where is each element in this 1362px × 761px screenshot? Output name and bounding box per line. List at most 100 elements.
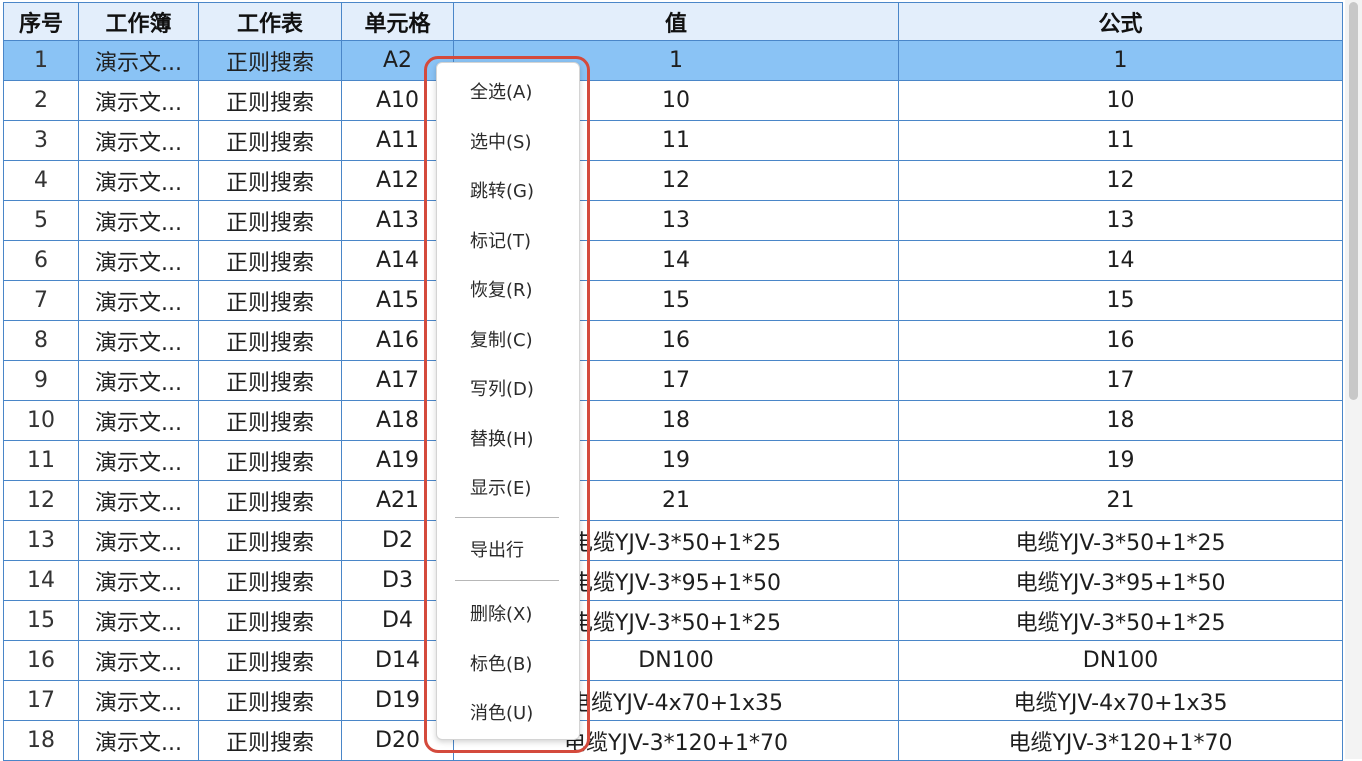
column-header-cell[interactable]: 单元格 [341,2,454,41]
cell-worksheet[interactable]: 正则搜索 [198,240,342,281]
cell-workbook[interactable]: 演示文... [78,160,199,201]
table-row[interactable]: 15 演示文... 正则搜索 D4 电缆YJV-3*50+1*25 电缆YJV-3*50+… [3,600,1343,641]
cell-workbook[interactable]: 演示文... [78,80,199,121]
cell-workbook[interactable]: 演示文... [78,640,199,681]
table-row[interactable]: 10 演示文... 正则搜索 A18 18 18 [3,400,1343,441]
cell-formula[interactable]: 10 [898,80,1343,121]
table-row[interactable]: 7 演示文... 正则搜索 A15 15 15 [3,280,1343,321]
table-row[interactable]: 17 演示文... 正则搜索 D19 电缆YJV-4x70+1x35 电缆YJV-4x70… [3,680,1343,721]
menu-item-replace[interactable]: 替换(H) [437,420,579,460]
cell-index[interactable]: 18 [3,720,79,761]
cell-formula[interactable]: 电缆YJV-3*95+1*50 [898,560,1343,601]
cell-formula[interactable]: 21 [898,480,1343,521]
cell-formula[interactable]: 19 [898,440,1343,481]
table-row[interactable]: 12 演示文... 正则搜索 A21 21 21 [3,480,1343,521]
cell-workbook[interactable]: 演示文... [78,720,199,761]
cell-workbook[interactable]: 演示文... [78,40,199,81]
menu-item-export-rows[interactable]: 导出行 [437,531,579,571]
column-header-formula[interactable]: 公式 [898,2,1343,41]
column-header-value[interactable]: 值 [453,2,899,41]
column-header-workbook[interactable]: 工作簿 [78,2,199,41]
table-row[interactable]: 4 演示文... 正则搜索 A12 12 12 [3,160,1343,201]
cell-formula[interactable]: 18 [898,400,1343,441]
table-row[interactable]: 6 演示文... 正则搜索 A14 14 14 [3,240,1343,281]
cell-workbook[interactable]: 演示文... [78,440,199,481]
cell-index[interactable]: 7 [3,280,79,321]
vertical-scrollbar[interactable] [1345,0,1362,759]
cell-formula[interactable]: 14 [898,240,1343,281]
cell-worksheet[interactable]: 正则搜索 [198,280,342,321]
cell-index[interactable]: 1 [3,40,79,81]
cell-worksheet[interactable]: 正则搜索 [198,200,342,241]
cell-workbook[interactable]: 演示文... [78,240,199,281]
cell-formula[interactable]: 15 [898,280,1343,321]
cell-index[interactable]: 14 [3,560,79,601]
table-row[interactable]: 11 演示文... 正则搜索 A19 19 19 [3,440,1343,481]
cell-formula[interactable]: DN100 [898,640,1343,681]
column-header-index[interactable]: 序号 [3,2,79,41]
cell-index[interactable]: 11 [3,440,79,481]
cell-worksheet[interactable]: 正则搜索 [198,80,342,121]
cell-worksheet[interactable]: 正则搜索 [198,720,342,761]
table-row[interactable]: 8 演示文... 正则搜索 A16 16 16 [3,320,1343,361]
menu-item-select-all[interactable]: 全选(A) [437,73,579,113]
menu-item-mark[interactable]: 标记(T) [437,222,579,262]
cell-workbook[interactable]: 演示文... [78,280,199,321]
scrollbar-thumb[interactable] [1349,2,1358,400]
column-header-worksheet[interactable]: 工作表 [198,2,342,41]
cell-formula[interactable]: 电缆YJV-4x70+1x35 [898,680,1343,721]
cell-worksheet[interactable]: 正则搜索 [198,360,342,401]
cell-formula[interactable]: 1 [898,40,1343,81]
menu-item-color[interactable]: 标色(B) [437,645,579,685]
cell-index[interactable]: 13 [3,520,79,561]
cell-worksheet[interactable]: 正则搜索 [198,520,342,561]
menu-item-write-column[interactable]: 写列(D) [437,370,579,410]
cell-workbook[interactable]: 演示文... [78,680,199,721]
cell-index[interactable]: 10 [3,400,79,441]
cell-index[interactable]: 4 [3,160,79,201]
cell-formula[interactable]: 13 [898,200,1343,241]
cell-worksheet[interactable]: 正则搜索 [198,400,342,441]
cell-index[interactable]: 17 [3,680,79,721]
cell-workbook[interactable]: 演示文... [78,200,199,241]
table-row[interactable]: 16 演示文... 正则搜索 D14 DN100 DN100 [3,640,1343,681]
cell-workbook[interactable]: 演示文... [78,600,199,641]
menu-item-select[interactable]: 选中(S) [437,123,579,163]
menu-item-delete[interactable]: 删除(X) [437,595,579,635]
cell-worksheet[interactable]: 正则搜索 [198,440,342,481]
cell-worksheet[interactable]: 正则搜索 [198,480,342,521]
cell-workbook[interactable]: 演示文... [78,320,199,361]
table-row[interactable]: 2 演示文... 正则搜索 A10 10 10 [3,80,1343,121]
cell-index[interactable]: 9 [3,360,79,401]
cell-workbook[interactable]: 演示文... [78,360,199,401]
menu-item-goto[interactable]: 跳转(G) [437,172,579,212]
cell-index[interactable]: 6 [3,240,79,281]
cell-worksheet[interactable]: 正则搜索 [198,40,342,81]
cell-formula[interactable]: 电缆YJV-3*120+1*70 [898,720,1343,761]
cell-formula[interactable]: 12 [898,160,1343,201]
cell-worksheet[interactable]: 正则搜索 [198,160,342,201]
table-row[interactable]: 13 演示文... 正则搜索 D2 电缆YJV-3*50+1*25 电缆YJV-3*50+… [3,520,1343,561]
cell-index[interactable]: 16 [3,640,79,681]
cell-index[interactable]: 5 [3,200,79,241]
cell-index[interactable]: 15 [3,600,79,641]
cell-workbook[interactable]: 演示文... [78,480,199,521]
cell-formula[interactable]: 电缆YJV-3*50+1*25 [898,520,1343,561]
table-row[interactable]: 18 演示文... 正则搜索 D20 电缆YJV-3*120+1*70 电缆YJV-3*1… [3,720,1343,761]
table-row[interactable]: 3 演示文... 正则搜索 A11 11 11 [3,120,1343,161]
cell-workbook[interactable]: 演示文... [78,400,199,441]
cell-worksheet[interactable]: 正则搜索 [198,600,342,641]
cell-formula[interactable]: 16 [898,320,1343,361]
cell-workbook[interactable]: 演示文... [78,560,199,601]
menu-item-copy[interactable]: 复制(C) [437,321,579,361]
cell-index[interactable]: 8 [3,320,79,361]
cell-worksheet[interactable]: 正则搜索 [198,320,342,361]
cell-workbook[interactable]: 演示文... [78,120,199,161]
cell-formula[interactable]: 电缆YJV-3*50+1*25 [898,600,1343,641]
cell-worksheet[interactable]: 正则搜索 [198,640,342,681]
cell-index[interactable]: 2 [3,80,79,121]
table-row[interactable]: 5 演示文... 正则搜索 A13 13 13 [3,200,1343,241]
cell-workbook[interactable]: 演示文... [78,520,199,561]
table-row[interactable]: 14 演示文... 正则搜索 D3 电缆YJV-3*95+1*50 电缆YJV-3*95+… [3,560,1343,601]
cell-worksheet[interactable]: 正则搜索 [198,560,342,601]
